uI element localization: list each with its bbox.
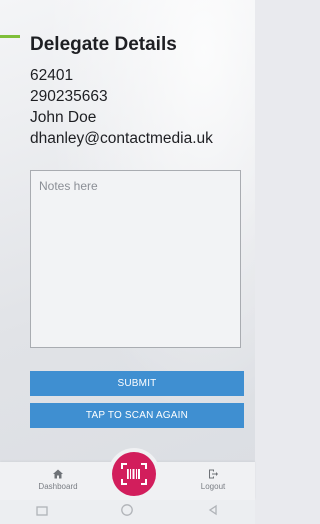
submit-button[interactable]: SUBMIT — [30, 371, 244, 396]
delegate-name: John Doe — [30, 109, 97, 126]
nav-dashboard[interactable]: Dashboard — [28, 468, 88, 491]
home-button-icon[interactable] — [120, 503, 134, 522]
delegate-phone: 290235663 — [30, 88, 108, 105]
nav-logout-label: Logout — [200, 482, 226, 491]
android-navigation-bar — [0, 500, 255, 524]
green-accent-line — [0, 35, 20, 38]
nav-dashboard-label: Dashboard — [38, 482, 78, 491]
scan-again-button[interactable]: TAP TO SCAN AGAIN — [30, 403, 244, 428]
home-icon — [53, 469, 63, 479]
delegate-email: dhanley@contactmedia.uk — [30, 130, 213, 147]
logout-icon — [209, 469, 218, 479]
delegate-id: 62401 — [30, 67, 74, 84]
barcode-scan-icon — [121, 463, 147, 485]
back-icon[interactable] — [207, 503, 219, 521]
scan-button[interactable] — [112, 452, 156, 496]
notes-field[interactable]: Notes here — [30, 170, 241, 348]
app-screen: Delegate Details 62401 290235663 John Do… — [0, 0, 255, 524]
recent-apps-icon[interactable] — [36, 503, 48, 521]
nav-logout[interactable]: Logout — [183, 468, 243, 491]
page-title: Delegate Details — [30, 34, 177, 55]
notes-placeholder: Notes here — [39, 179, 98, 193]
